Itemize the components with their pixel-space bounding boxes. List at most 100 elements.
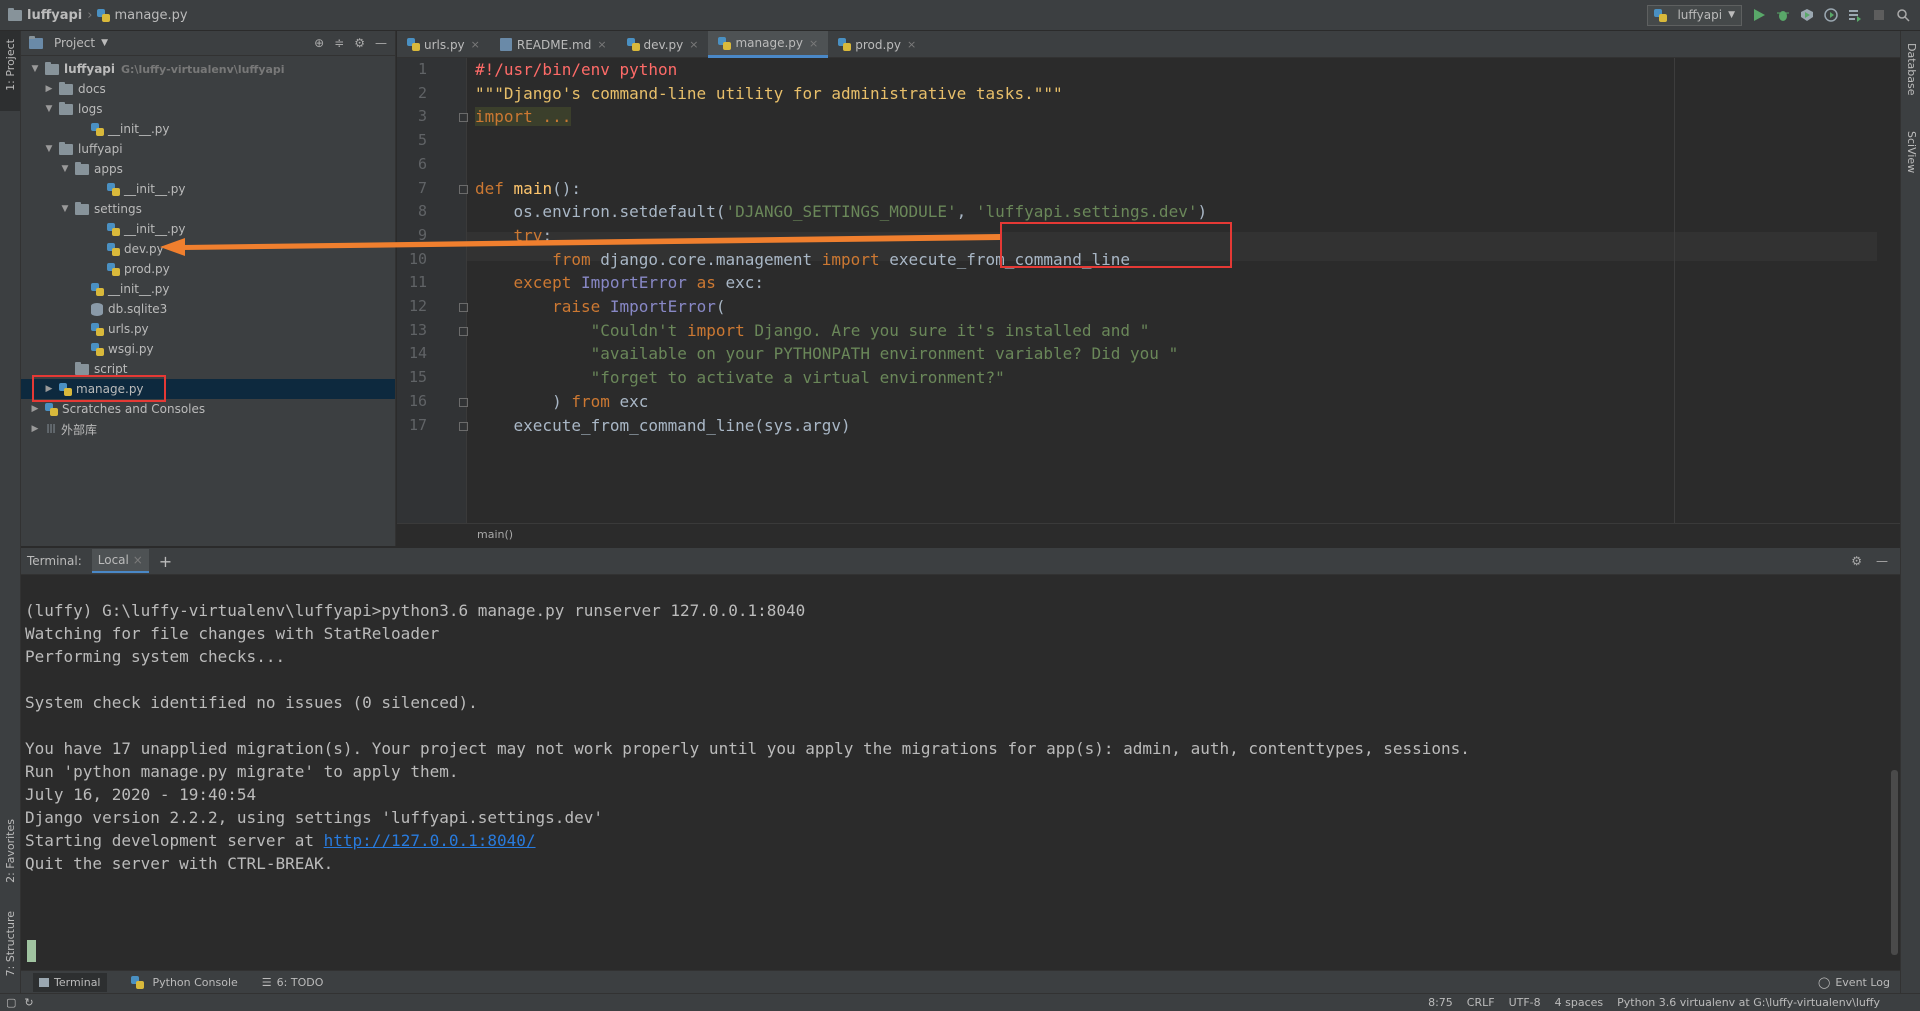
fold-marker-icon[interactable] <box>459 326 468 336</box>
structure-tool-button[interactable]: 7: Structure <box>4 911 17 976</box>
editor-tabs: urls.py × README.md × dev.py × manage.py × prod.… <box>397 31 1900 58</box>
toggle-tool-windows-icon[interactable]: ▢ <box>6 996 16 1009</box>
chevron-down-icon[interactable]: ▼ <box>59 204 71 214</box>
terminal-output[interactable]: (luffy) G:\luffy-virtualenv\luffyapi>pyt… <box>21 575 1900 970</box>
tree-node[interactable]: __init__.py <box>21 179 395 199</box>
terminal-title: Terminal: <box>27 554 82 568</box>
run-icon[interactable] <box>1752 8 1766 22</box>
server-url-link[interactable]: http://127.0.0.1:8040/ <box>324 831 536 850</box>
close-icon[interactable]: × <box>597 38 606 51</box>
chevron-down-icon[interactable]: ▼ <box>101 38 108 48</box>
tree-node[interactable]: urls.py <box>21 319 395 339</box>
tree-node-label: settings <box>94 202 142 216</box>
fold-marker-icon[interactable] <box>459 303 468 312</box>
project-tool-button[interactable]: 1: Project <box>4 39 17 91</box>
annotation-arrow <box>160 234 1000 256</box>
breadcrumb-file[interactable]: manage.py <box>114 8 187 23</box>
line-number: 14 <box>408 344 427 363</box>
event-log-button[interactable]: ◯ Event Log <box>1818 976 1900 989</box>
terminal-tab-local[interactable]: Local × <box>91 549 149 573</box>
chevron-down-icon[interactable]: ▼ <box>43 144 55 154</box>
editor-tab[interactable]: urls.py × <box>397 31 490 58</box>
python-file-icon <box>407 38 420 51</box>
terminal-line: You have 17 unapplied migration(s). Your… <box>25 739 1470 758</box>
terminal-line-text: You have 17 unapplied migration(s). Your… <box>25 739 1470 758</box>
editor-tab[interactable]: README.md × <box>490 31 617 58</box>
python-interpreter[interactable]: Python 3.6 virtualenv at G:\luffy-virtua… <box>1617 996 1880 1009</box>
profile-icon[interactable] <box>1824 8 1838 22</box>
terminal-line-text: Starting development server at <box>25 831 324 850</box>
file-encoding[interactable]: UTF-8 <box>1509 996 1541 1009</box>
editor-tab[interactable]: prod.py × <box>828 31 926 58</box>
gear-icon[interactable]: ⚙ <box>1851 554 1862 568</box>
terminal-tool-button[interactable]: Terminal <box>33 972 107 992</box>
run-config-label: luffyapi <box>1677 8 1723 22</box>
editor-tab[interactable]: manage.py × <box>708 31 829 58</box>
project-icon <box>29 35 43 49</box>
breadcrumb-project[interactable]: luffyapi <box>27 8 82 23</box>
indent-setting[interactable]: 4 spaces <box>1555 996 1604 1009</box>
python-console-tool-button[interactable]: Python Console <box>130 975 238 989</box>
close-icon[interactable]: × <box>907 38 916 51</box>
tree-node[interactable]: __init__.py <box>21 279 395 299</box>
tree-node[interactable]: ▶ ||| 外部库 <box>21 419 395 439</box>
project-view-selector[interactable]: Project <box>54 36 95 50</box>
terminal-scrollbar[interactable] <box>1891 770 1898 955</box>
tree-node[interactable]: wsgi.py <box>21 339 395 359</box>
new-terminal-button[interactable]: + <box>159 552 172 571</box>
fold-marker-icon[interactable] <box>459 397 468 407</box>
python-icon <box>1654 8 1668 22</box>
fold-marker-icon[interactable] <box>459 113 468 123</box>
chevron-down-icon[interactable]: ▼ <box>43 104 55 114</box>
tree-node[interactable]: ▼ settings <box>21 199 395 219</box>
fold-marker-icon[interactable] <box>459 184 468 194</box>
search-icon[interactable] <box>1896 8 1910 22</box>
coverage-icon[interactable] <box>1800 8 1814 22</box>
editor-gutter: 1 2 3 5 6 7 8 9 10 11 12 13 14 15 16 17 <box>397 58 468 523</box>
gear-icon[interactable]: ⚙ <box>354 36 365 50</box>
close-icon[interactable]: × <box>471 38 480 51</box>
run-concurrency-icon[interactable] <box>1848 8 1862 22</box>
stop-icon[interactable] <box>1872 8 1886 22</box>
chevron-right-icon[interactable]: ▶ <box>43 84 55 94</box>
close-icon[interactable]: × <box>809 37 818 50</box>
fold-marker-icon[interactable] <box>459 421 468 431</box>
debug-icon[interactable] <box>1776 8 1790 22</box>
line-separator[interactable]: CRLF <box>1467 996 1495 1009</box>
code-line: ) from exc <box>475 391 649 411</box>
editor-tab-label: manage.py <box>735 36 804 50</box>
chevron-right-icon[interactable]: ▶ <box>29 404 41 414</box>
line-number: 1 <box>417 60 427 78</box>
tree-node[interactable]: ▼ apps <box>21 159 395 179</box>
hide-icon[interactable]: — <box>1876 554 1888 568</box>
todo-tool-button[interactable]: ☰ 6: TODO <box>262 976 324 989</box>
code-editor[interactable]: 1 2 3 5 6 7 8 9 10 11 12 13 14 15 16 17 #!/usr/bin/env … <box>397 58 1900 523</box>
tree-node-label: luffyapi <box>78 142 123 156</box>
sciview-tool-button[interactable]: SciView <box>1905 131 1918 173</box>
line-number: 5 <box>417 131 427 150</box>
navigation-bar: luffyapi › manage.py luffyapi ▼ <box>0 0 1920 31</box>
tree-node[interactable]: __init__.py <box>21 119 395 139</box>
locate-icon[interactable]: ⊕ <box>314 36 324 50</box>
favorites-tool-button[interactable]: 2: Favorites <box>4 819 17 883</box>
chevron-down-icon[interactable]: ▼ <box>59 164 71 174</box>
python-console-label: Python Console <box>152 975 238 989</box>
database-tool-button[interactable]: Database <box>1905 43 1918 96</box>
collapse-all-icon[interactable]: ≑ <box>334 36 344 50</box>
editor-breadcrumb[interactable]: main() <box>397 523 1900 546</box>
editor-tab[interactable]: dev.py × <box>617 31 709 58</box>
run-configuration-dropdown[interactable]: luffyapi ▼ <box>1647 4 1742 26</box>
close-icon[interactable]: × <box>689 38 698 51</box>
tree-node[interactable]: ▼ luffyapi G:\luffy-virtualenv\luffyapi <box>21 59 395 79</box>
hide-icon[interactable]: — <box>375 36 387 50</box>
tree-node[interactable]: ▶ Scratches and Consoles <box>21 399 395 419</box>
chevron-right-icon[interactable]: ▶ <box>29 424 41 434</box>
chevron-down-icon[interactable]: ▼ <box>29 64 41 74</box>
tree-node[interactable]: ▼ logs <box>21 99 395 119</box>
tree-node[interactable]: ▼ luffyapi <box>21 139 395 159</box>
tree-node[interactable]: ▶ docs <box>21 79 395 99</box>
scratches-icon <box>45 402 58 416</box>
caret-position[interactable]: 8:75 <box>1428 996 1453 1009</box>
close-icon[interactable]: × <box>133 553 143 567</box>
tree-node[interactable]: db.sqlite3 <box>21 299 395 319</box>
